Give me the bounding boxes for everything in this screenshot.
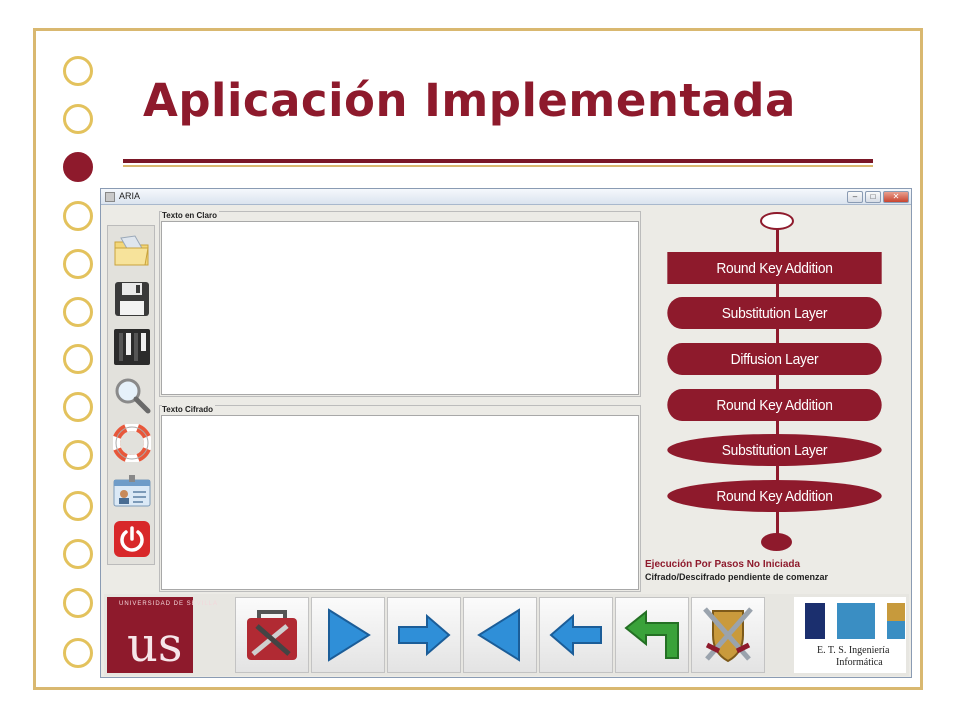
crossed-swords-shield-icon: [703, 607, 753, 663]
title-divider: [123, 159, 873, 163]
flow-end-node: [761, 533, 792, 551]
app-icon: [105, 192, 115, 202]
power-exit-icon: [114, 521, 150, 557]
search-button[interactable]: [110, 372, 154, 418]
about-button[interactable]: [110, 468, 154, 514]
cipher-status: Cifrado/Descifrado pendiente de comenzar: [645, 572, 829, 582]
ciphertext-label: Texto Cifrado: [162, 405, 215, 414]
flow-step: Diffusion Layer: [667, 343, 882, 375]
flow-step: Round Key Addition: [667, 252, 882, 284]
school-logo: E. T. S. Ingeniería Informática: [794, 597, 906, 673]
step-forward-button[interactable]: [311, 597, 385, 673]
open-folder-icon: [114, 235, 149, 266]
configure-button[interactable]: [235, 597, 309, 673]
left-toolbar: [107, 225, 155, 565]
close-button[interactable]: ✕: [883, 191, 909, 203]
plaintext-area[interactable]: [161, 221, 639, 395]
university-name: UNIVERSIDAD DE SEVILLA: [119, 601, 219, 607]
aria-app-window: ARIA – □ ✕ Texto en Claro Texto Cifrado …: [100, 188, 912, 678]
binder-ring: [63, 539, 93, 569]
minimize-button[interactable]: –: [847, 191, 863, 203]
binder-ring: [63, 440, 93, 470]
school-name: E. T. S. Ingeniería: [817, 645, 890, 656]
binder-ring: [63, 638, 93, 668]
arrow-left-icon: [549, 613, 602, 657]
flow-start-node: [760, 212, 794, 230]
ciphertext-panel: Texto Cifrado: [159, 405, 641, 592]
execution-status: Ejecución Por Pasos No Iniciada: [645, 559, 801, 570]
id-card-icon: [113, 475, 151, 507]
title-divider-accent: [123, 165, 873, 167]
bottom-toolbar: UNIVERSIDAD DE SEVILLA us E. T. S. Ingen…: [104, 594, 909, 676]
binder-ring: [63, 56, 93, 86]
binder-ring: [63, 392, 93, 422]
maximize-button[interactable]: □: [865, 191, 881, 203]
binder-ring: [63, 491, 93, 521]
window-titlebar[interactable]: ARIA – □ ✕: [101, 189, 911, 205]
plaintext-panel: Texto en Claro: [159, 211, 641, 397]
binder-ring: [63, 297, 93, 327]
step-back-button[interactable]: [463, 597, 537, 673]
ciphertext-area[interactable]: [161, 415, 639, 590]
play-left-triangle-icon: [477, 608, 520, 662]
school-name-2: Informática: [836, 657, 883, 668]
university-logo: UNIVERSIDAD DE SEVILLA us: [107, 597, 217, 673]
exit-button[interactable]: [110, 516, 154, 562]
flow-step: Round Key Addition: [667, 389, 882, 421]
binder-ring: [63, 104, 93, 134]
binder-ring: [63, 588, 93, 618]
school-logo-block: [887, 621, 905, 639]
search-magnifier-icon: [115, 378, 151, 414]
next-button[interactable]: [387, 597, 461, 673]
university-mark: us: [127, 617, 183, 673]
school-logo-block: [837, 603, 875, 639]
school-logo-block: [805, 603, 825, 639]
flow-step: Round Key Addition: [667, 480, 882, 512]
reset-button[interactable]: [615, 597, 689, 673]
binder-ring: [63, 201, 93, 231]
play-right-triangle-icon: [328, 608, 371, 662]
toolbox-icon: [247, 610, 297, 660]
attack-button[interactable]: [691, 597, 765, 673]
slide-title: Aplicación Implementada: [143, 74, 796, 127]
previous-button[interactable]: [539, 597, 613, 673]
school-logo-block: [887, 603, 905, 621]
plaintext-label: Texto en Claro: [162, 211, 219, 220]
open-button[interactable]: [110, 228, 154, 274]
key-panel-icon: [114, 329, 150, 365]
flow-step: Substitution Layer: [667, 297, 882, 329]
window-title: ARIA: [119, 191, 141, 201]
binder-ring: [63, 249, 93, 279]
flow-step: Substitution Layer: [667, 434, 882, 466]
help-button[interactable]: [110, 420, 154, 466]
help-lifebuoy-icon: [113, 424, 151, 462]
binder-ring-active: [63, 152, 93, 182]
binder-ring: [63, 344, 93, 374]
save-button[interactable]: [110, 276, 154, 322]
return-arrow-icon: [624, 609, 679, 659]
keys-button[interactable]: [110, 324, 154, 370]
save-floppy-icon: [115, 282, 149, 316]
arrow-right-icon: [398, 613, 451, 657]
